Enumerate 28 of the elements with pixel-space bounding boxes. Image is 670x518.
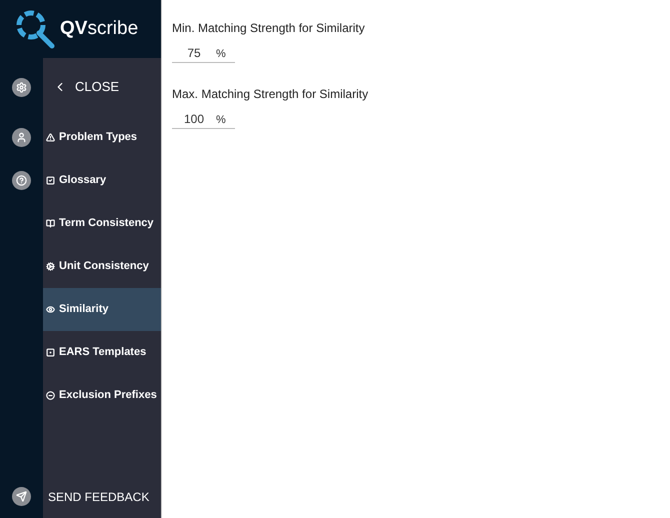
book-icon [46,219,55,228]
setting-label: Max. Matching Strength for Similarity [172,86,370,103]
setting-label: Min. Matching Strength for Similarity [172,20,366,37]
unit-label: % [216,46,226,62]
warning-icon [46,133,55,142]
square-icon [46,348,55,357]
eye-icon [46,305,55,314]
send-icon[interactable] [12,487,31,506]
percent-input[interactable]: 100 [172,110,216,128]
gear-icon [46,262,55,271]
menu-item[interactable]: Problem Types [43,116,161,159]
menu-item[interactable]: Unit Consistency [43,245,161,288]
minus-icon [46,391,55,400]
logo-text: QVscribe [60,16,138,41]
checkbox-icon [46,176,55,185]
magnifier-logo-icon [14,8,56,50]
send-feedback-button[interactable]: SEND FEEDBACK [43,475,161,518]
menu-item[interactable]: EARS Templates [43,331,161,374]
user-icon[interactable] [12,128,31,147]
menu-item[interactable]: Similarity [43,288,161,331]
percent-input[interactable]: 75 [172,44,216,62]
menu-item[interactable]: Term Consistency [43,202,161,245]
close-button[interactable]: CLOSE [43,58,161,116]
help-icon[interactable] [12,171,31,190]
settings-icon[interactable] [12,78,31,96]
menu-item[interactable]: Exclusion Prefixes [43,374,161,417]
menu-item[interactable]: Glossary [43,159,161,202]
unit-label: % [216,112,226,128]
